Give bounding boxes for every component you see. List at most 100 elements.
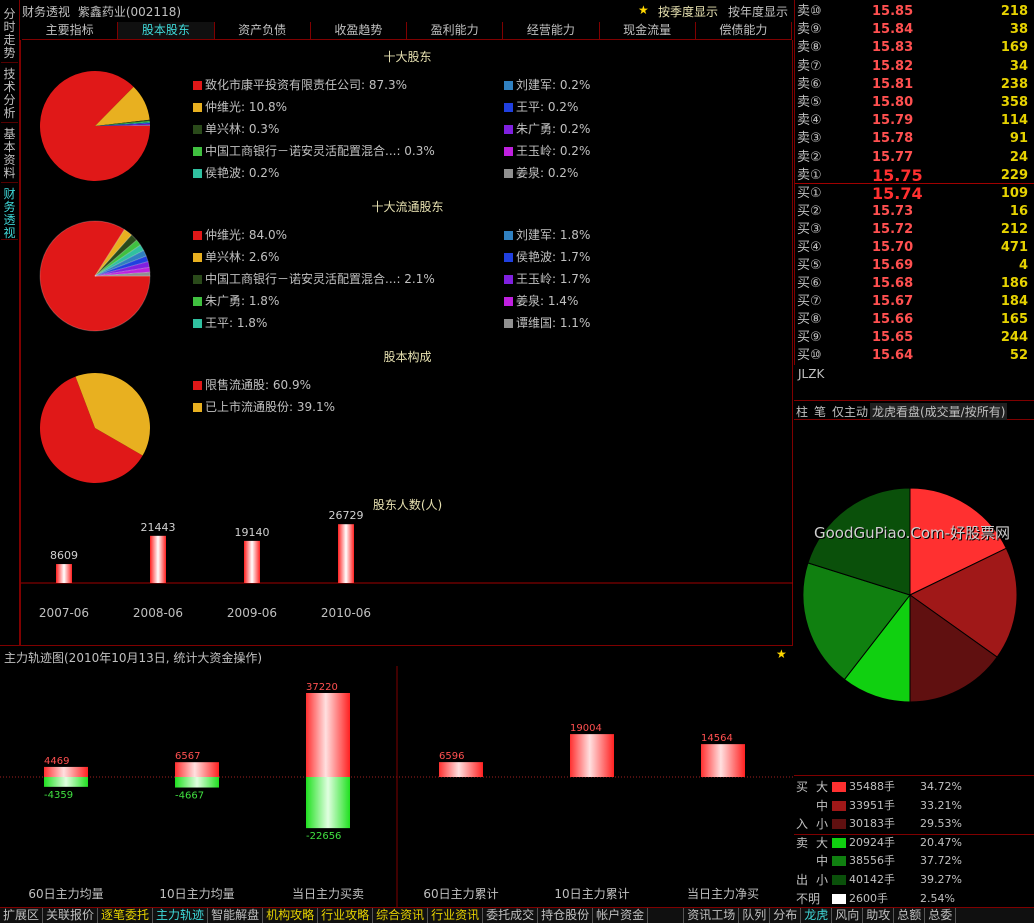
footer-button[interactable]: 行业攻略 bbox=[318, 908, 374, 923]
order-row[interactable]: 卖② 15.77 24 bbox=[797, 149, 1032, 167]
order-level-label: 买④ bbox=[797, 240, 822, 255]
legend-item: 致化市康平投资有限责任公司: 87.3% bbox=[193, 76, 407, 93]
flow-size: 中 bbox=[816, 798, 829, 813]
order-volume: 4 bbox=[1018, 258, 1028, 273]
footer-button[interactable]: 持仓股份 bbox=[538, 908, 594, 923]
legend-item: 姜泉: 1.4% bbox=[504, 292, 578, 309]
cumulative-label: 14564 bbox=[701, 733, 733, 744]
legend-swatch bbox=[193, 103, 202, 112]
order-price: 15.74 bbox=[872, 184, 923, 203]
order-row[interactable]: 卖⑦ 15.82 34 bbox=[797, 58, 1032, 76]
page-title: 财务透视 bbox=[22, 5, 71, 19]
footer-button[interactable]: 行业资讯 bbox=[428, 908, 484, 923]
holders-bar-chart: 8609 2007-06 21443 2008-06 19140 2009-06 26729… bbox=[21, 510, 793, 620]
footer-button[interactable]: 智能解盘 bbox=[208, 908, 264, 923]
tab-7[interactable]: 偿债能力 bbox=[696, 22, 792, 39]
outflow-bar bbox=[44, 777, 88, 787]
legend-item: 仲维光: 84.0% bbox=[193, 226, 287, 243]
flow-value: 33951手 bbox=[849, 798, 895, 812]
order-price: 15.69 bbox=[872, 258, 914, 273]
vtab-1[interactable]: 技术分析 bbox=[1, 65, 18, 123]
order-row[interactable]: 买④ 15.70 471 bbox=[797, 239, 1032, 257]
footer-button[interactable]: 主力轨迹 bbox=[153, 908, 209, 923]
footer-right-button[interactable]: 分布 bbox=[770, 908, 802, 923]
flow-pct: 29.53% bbox=[920, 817, 962, 831]
structure-title: 股本构成 bbox=[383, 350, 432, 364]
footer-right-button[interactable]: 风向 bbox=[832, 908, 864, 923]
holders-tick-label: 2008-06 bbox=[133, 606, 183, 620]
order-row[interactable]: 卖⑥ 15.81 238 bbox=[797, 76, 1032, 94]
tab-6[interactable]: 现金流量 bbox=[600, 22, 696, 39]
tab-1[interactable]: 股本股东 bbox=[118, 22, 215, 39]
legend-item: 王平: 0.2% bbox=[504, 98, 578, 115]
tab-3[interactable]: 收盈趋势 bbox=[311, 22, 407, 39]
order-volume: 238 bbox=[1000, 76, 1028, 92]
tab-2[interactable]: 资产负债 bbox=[215, 22, 311, 39]
order-level-label: 卖⑧ bbox=[797, 40, 822, 56]
legend-item: 谭维国: 1.1% bbox=[504, 314, 590, 331]
footer-right-button[interactable]: 总额 bbox=[894, 908, 926, 923]
order-row[interactable]: 买⑧ 15.66 165 bbox=[797, 311, 1032, 329]
footer-button[interactable]: 综合资讯 bbox=[373, 908, 429, 923]
order-row[interactable]: 卖⑩ 15.85 218 bbox=[797, 3, 1032, 21]
vtab-3[interactable]: 财务透视 bbox=[1, 185, 18, 240]
star-icon[interactable]: ★ bbox=[776, 647, 787, 661]
legend-swatch bbox=[504, 125, 513, 134]
flow-row: 出小 40142手 39.27% bbox=[794, 871, 1032, 889]
footer-button[interactable]: 委托成交 bbox=[483, 908, 539, 923]
flow-size: 大 bbox=[816, 835, 829, 850]
order-volume: 109 bbox=[1000, 186, 1028, 201]
footer-button[interactable]: 帐户资金 bbox=[593, 908, 649, 923]
order-price: 15.64 bbox=[872, 348, 914, 363]
order-row[interactable]: 卖③ 15.78 91 bbox=[797, 130, 1032, 148]
right-tab-0[interactable]: 柱 bbox=[796, 403, 808, 420]
legend-label: 朱广勇: 1.8% bbox=[205, 294, 280, 308]
tab-4[interactable]: 盈利能力 bbox=[407, 22, 504, 39]
footer-right-button[interactable]: 龙虎 bbox=[801, 908, 833, 923]
structure-pie bbox=[39, 373, 150, 483]
flow-stats: 买大 35488手 34.72% 中 33951手 33.21% 入小 30183手 29.53… bbox=[794, 775, 1034, 908]
order-row[interactable]: 买② 15.73 16 bbox=[797, 203, 1032, 221]
order-volume: 358 bbox=[1000, 95, 1028, 110]
footer-right-button[interactable]: 队列 bbox=[739, 908, 771, 923]
order-row[interactable]: 卖⑤ 15.80 358 bbox=[797, 94, 1032, 112]
right-tab-1[interactable]: 笔 bbox=[814, 403, 826, 420]
vtab-2[interactable]: 基本资料 bbox=[1, 125, 18, 183]
quarter-display-button[interactable]: 按季度显示 bbox=[658, 3, 718, 20]
flow-swatch bbox=[832, 893, 846, 904]
order-row[interactable]: 买⑤ 15.69 4 bbox=[797, 257, 1032, 275]
legend-swatch bbox=[193, 169, 202, 178]
flow-side: 卖 bbox=[796, 835, 809, 850]
footer-button[interactable]: 逐笔委托 bbox=[98, 908, 154, 923]
tab-0[interactable]: 主要指标 bbox=[22, 22, 119, 39]
order-row[interactable]: 买⑥ 15.68 186 bbox=[797, 275, 1032, 293]
right-tab-bar: 柱笔仅主动 龙虎看盘(成交量/按所有) bbox=[794, 400, 1034, 420]
vtab-0[interactable]: 分时走势 bbox=[1, 5, 18, 63]
legend-swatch bbox=[504, 103, 513, 112]
footer-button[interactable]: 扩展区 bbox=[0, 908, 44, 923]
footer-button[interactable]: 机构攻略 bbox=[263, 908, 319, 923]
legend-swatch bbox=[504, 319, 513, 328]
flow-row: 卖大 20924手 20.47% bbox=[794, 834, 1032, 852]
right-tab-3[interactable]: 龙虎看盘(成交量/按所有) bbox=[870, 403, 1008, 420]
order-row[interactable]: 买⑦ 15.67 184 bbox=[797, 293, 1032, 311]
flow-swatch bbox=[832, 819, 846, 830]
order-row[interactable]: 买⑨ 15.65 244 bbox=[797, 329, 1032, 347]
footer-right-button[interactable]: 助攻 bbox=[863, 908, 895, 923]
right-tab-2[interactable]: 仅主动 bbox=[832, 403, 868, 420]
order-row[interactable]: 买③ 15.72 212 bbox=[797, 221, 1032, 239]
main-force-tick-label: 10日主力均量 bbox=[159, 887, 234, 901]
order-row[interactable]: 卖④ 15.79 114 bbox=[797, 112, 1032, 130]
tab-5[interactable]: 经营能力 bbox=[503, 22, 600, 39]
flow-row: 买大 35488手 34.72% bbox=[794, 778, 1032, 796]
footer-button[interactable]: 关联报价 bbox=[43, 908, 99, 923]
year-display-button[interactable]: 按年度显示 bbox=[728, 3, 788, 20]
flow-value: 38556手 bbox=[849, 854, 895, 868]
order-row[interactable]: 买① 15.74 109 bbox=[797, 185, 1032, 203]
order-row[interactable]: 买⑩ 15.64 52 bbox=[797, 347, 1032, 365]
footer-right-button[interactable]: 总委 bbox=[925, 908, 957, 923]
order-row[interactable]: 卖⑨ 15.84 38 bbox=[797, 21, 1032, 39]
legend-label: 单兴林: 2.6% bbox=[205, 250, 280, 264]
order-row[interactable]: 卖⑧ 15.83 169 bbox=[797, 39, 1032, 57]
footer-info-button[interactable]: 资讯工场 bbox=[684, 908, 740, 923]
